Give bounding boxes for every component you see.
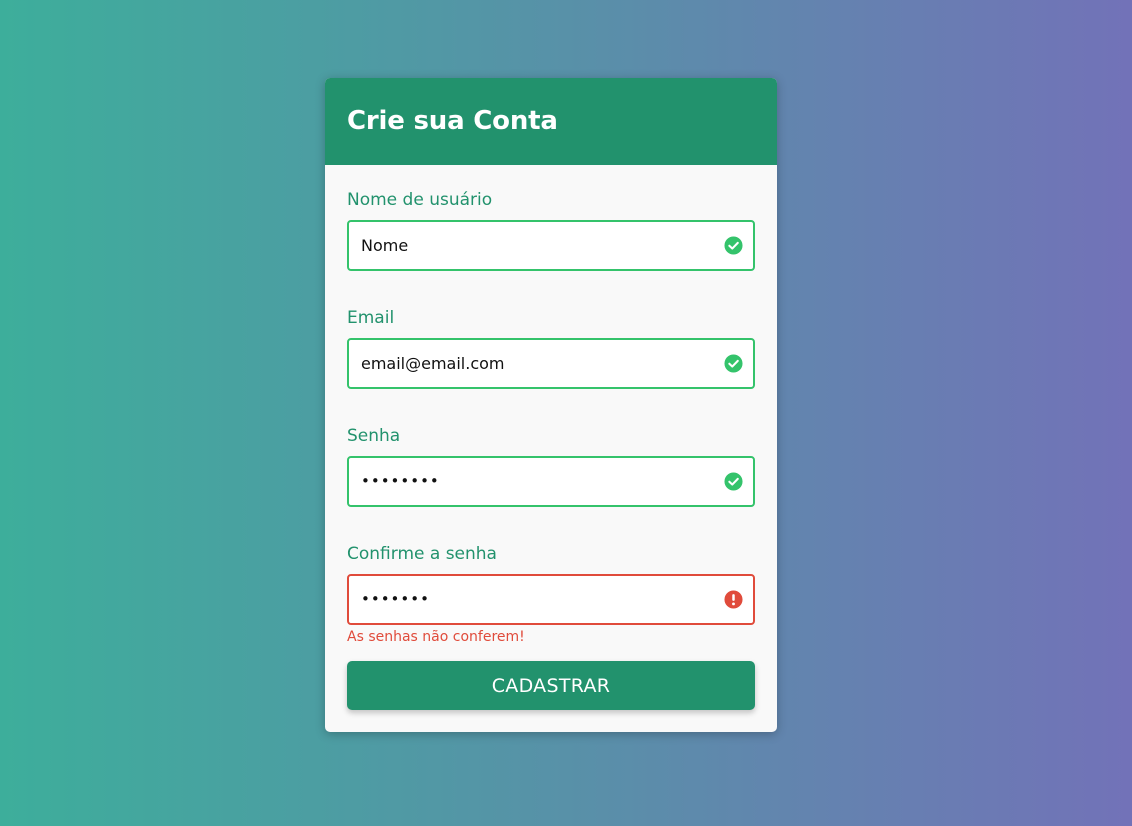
check-circle-icon xyxy=(724,472,743,491)
password-input[interactable]: •••••••• xyxy=(347,456,755,507)
password-input-value: •••••••• xyxy=(361,472,440,490)
confirm-password-input-value: ••••••• xyxy=(361,590,430,608)
card-header: Crie sua Conta xyxy=(325,78,777,165)
password-label: Senha xyxy=(347,426,401,446)
email-label: Email xyxy=(347,308,395,328)
email-input[interactable]: email@email.com xyxy=(347,338,755,389)
confirm-password-input[interactable]: ••••••• xyxy=(347,574,755,625)
username-input[interactable]: Nome xyxy=(347,220,755,271)
exclamation-circle-icon xyxy=(724,590,743,609)
register-button[interactable]: CADASTRAR xyxy=(347,661,755,710)
check-circle-icon xyxy=(724,236,743,255)
email-input-value: email@email.com xyxy=(361,354,505,373)
password-mismatch-error: As senhas não conferem! xyxy=(347,629,525,645)
signup-card: Crie sua Conta Nome de usuário Nome Emai… xyxy=(325,78,777,732)
confirm-password-label: Confirme a senha xyxy=(347,544,497,564)
email-field-group: Email email@email.com xyxy=(347,307,755,389)
username-label: Nome de usuário xyxy=(347,190,493,210)
username-field-group: Nome de usuário Nome xyxy=(347,189,755,271)
check-circle-icon xyxy=(724,354,743,373)
confirm-password-field-group: Confirme a senha ••••••• As senhas não c… xyxy=(347,543,755,646)
form-title: Crie sua Conta xyxy=(347,106,558,136)
password-field-group: Senha •••••••• xyxy=(347,425,755,507)
username-input-value: Nome xyxy=(361,236,409,255)
